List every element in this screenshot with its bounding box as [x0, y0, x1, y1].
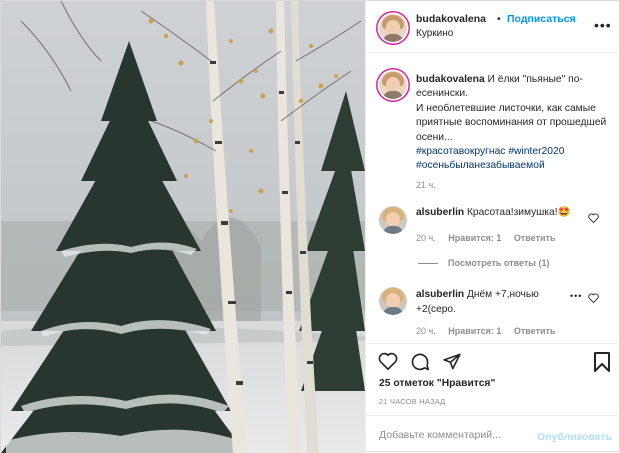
view-replies-label: Посмотреть ответы (1)	[448, 258, 550, 268]
post-photo[interactable]	[1, 1, 365, 453]
share-paper-plane-icon[interactable]	[442, 352, 462, 371]
more-options-icon[interactable]: •••	[594, 17, 612, 33]
author-avatar[interactable]	[379, 14, 407, 42]
comment-like-heart-icon[interactable]	[588, 213, 599, 223]
caption-timestamp[interactable]: 21 ч.	[416, 180, 436, 190]
caption-text-2: И необлетевшие листочки, как самые прият…	[416, 102, 607, 143]
comment-input[interactable]	[379, 426, 529, 444]
like-heart-icon[interactable]	[378, 352, 398, 370]
reply-button[interactable]: Ответить	[514, 326, 556, 336]
post-details-panel: budakovalena • Подписаться Куркино ••• b…	[365, 1, 620, 453]
post-caption: budakovalena И ёлки "пьяные" по-есенинск…	[416, 73, 612, 174]
post-header: budakovalena • Подписаться Куркино •••	[366, 1, 620, 53]
publish-button[interactable]: Опубликовать	[537, 431, 612, 443]
comment-time[interactable]: 20 ч.	[416, 233, 436, 243]
commenter-avatar[interactable]	[379, 287, 407, 315]
hashtag-link[interactable]: #красотавокругнас	[416, 146, 505, 157]
commenter-avatar[interactable]	[379, 206, 407, 234]
follow-button[interactable]: Подписаться	[507, 13, 576, 25]
comment-bubble-icon[interactable]	[410, 352, 430, 372]
post-location[interactable]: Куркино	[416, 28, 453, 39]
save-bookmark-icon[interactable]	[594, 352, 610, 372]
likes-count[interactable]: 25 отметок "Нравится"	[379, 378, 495, 389]
view-replies-button[interactable]: Посмотреть ответы (1)	[418, 258, 549, 268]
comment-like-heart-icon[interactable]	[588, 293, 599, 303]
winter-trees-image	[1, 1, 365, 453]
caption-username[interactable]: budakovalena	[416, 74, 485, 85]
reply-button[interactable]: Ответить	[514, 233, 556, 243]
post-timestamp[interactable]: 21 ЧАСОВ НАЗАД	[379, 397, 445, 406]
comment-text: alsuberlin Красотаа!зимушка!🤩	[416, 206, 576, 221]
commenter-username[interactable]: alsuberlin	[416, 207, 464, 218]
caption-author-avatar[interactable]	[379, 71, 407, 99]
add-comment-bar: Опубликовать	[366, 415, 620, 453]
author-username[interactable]: budakovalena	[416, 13, 486, 25]
comment-meta: 20 ч. Нравится: 1 Ответить	[416, 326, 565, 336]
comment-time[interactable]: 20 ч.	[416, 326, 436, 336]
hashtag-link[interactable]: #winter2020	[508, 146, 564, 157]
comment-more-icon[interactable]: •••	[570, 291, 582, 301]
separator-dot: •	[497, 13, 501, 25]
hashtag-link[interactable]: #осеньбыланезабываемой	[416, 160, 545, 171]
commenter-username[interactable]: alsuberlin	[416, 289, 464, 300]
comment-meta: 20 ч. Нравится: 1 Ответить	[416, 233, 565, 243]
comment-likes[interactable]: Нравится: 1	[448, 326, 501, 336]
comment-likes[interactable]: Нравится: 1	[448, 233, 501, 243]
replies-divider	[418, 263, 438, 265]
comment-text: alsuberlin Днём +7,ночью +2(серо.	[416, 288, 566, 317]
post-modal: budakovalena • Подписаться Куркино ••• b…	[0, 0, 620, 453]
comment-body: Красотаа!зимушка!🤩	[466, 207, 571, 218]
